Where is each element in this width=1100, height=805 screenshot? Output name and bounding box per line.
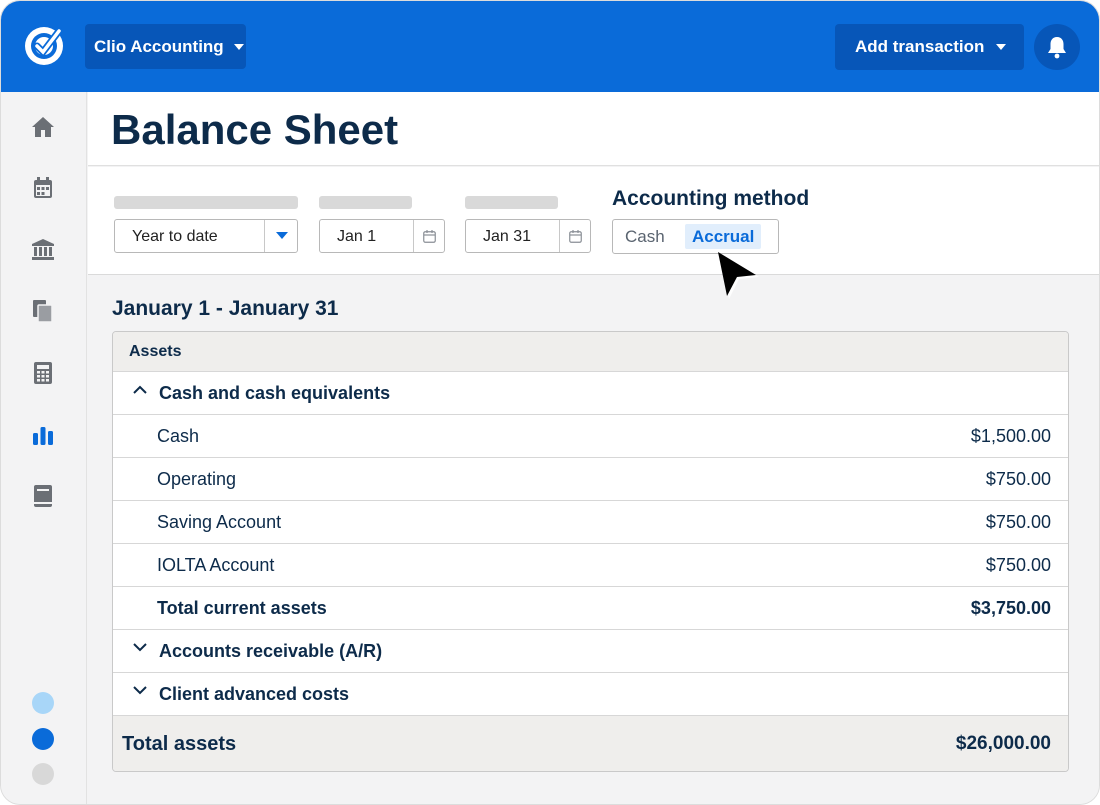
group-label: Accounts receivable (A/R) <box>159 641 383 661</box>
reports-icon[interactable] <box>31 423 55 447</box>
grand-total-amount: $26,000.00 <box>955 733 1051 754</box>
page-title: Balance Sheet <box>111 106 399 153</box>
section-header-label: Assets <box>129 343 182 360</box>
chevron-down-icon <box>996 44 1007 50</box>
account-name: Operating <box>157 469 237 489</box>
start-date-value: Jan 1 <box>337 228 377 245</box>
account-name: IOLTA Account <box>157 555 275 575</box>
main-content: Balance Sheet Year to date Jan 1 Jan 31 <box>88 92 1099 804</box>
calculator-icon[interactable] <box>31 361 55 385</box>
group-label: Cash and cash equivalents <box>159 383 391 403</box>
end-label-placeholder <box>465 196 558 209</box>
table-row[interactable]: Saving Account $750.00 <box>113 501 1068 544</box>
range-label-placeholder <box>114 196 298 209</box>
notifications-button[interactable] <box>1034 24 1080 70</box>
group-row-cash-equivalents[interactable]: Cash and cash equivalents <box>113 372 1068 415</box>
firm-switcher-label: Clio Accounting <box>94 36 224 56</box>
slide-indicator-dot[interactable] <box>32 692 54 714</box>
grand-total-row: Total assets $26,000.00 <box>113 716 1068 771</box>
chevron-down-icon[interactable] <box>133 643 147 652</box>
dropdown-arrow-icon[interactable] <box>265 220 298 252</box>
account-amount: $1,500.00 <box>970 426 1051 446</box>
grand-total-label: Total assets <box>122 733 237 755</box>
documents-icon[interactable] <box>31 299 55 323</box>
method-option-accrual[interactable]: Accrual <box>685 224 762 249</box>
title-bar: Balance Sheet <box>88 92 1099 166</box>
add-transaction-label: Add transaction <box>855 37 985 56</box>
home-icon[interactable] <box>31 115 55 139</box>
calendar-picker-icon[interactable] <box>560 220 591 252</box>
chevron-up-icon[interactable] <box>133 385 147 394</box>
date-range-select[interactable]: Year to date <box>114 219 298 253</box>
sidebar <box>1 92 87 804</box>
table-row[interactable]: IOLTA Account $750.00 <box>113 544 1068 587</box>
subtotal-amount: $3,750.00 <box>970 598 1051 618</box>
group-label: Client advanced costs <box>159 684 350 704</box>
group-row-client-advanced-costs[interactable]: Client advanced costs <box>113 673 1068 716</box>
end-date-input[interactable]: Jan 31 <box>465 219 591 253</box>
calendar-picker-icon[interactable] <box>414 220 445 252</box>
app-window: Clio Accounting Add transaction Balance … <box>0 0 1100 805</box>
slide-indicator-dot[interactable] <box>32 763 54 785</box>
slide-indicator-dot-active[interactable] <box>32 728 54 750</box>
mouse-pointer-icon <box>718 252 759 299</box>
account-name: Saving Account <box>157 512 282 532</box>
bell-icon <box>1048 37 1066 59</box>
subtotal-label: Total current assets <box>157 598 327 618</box>
clio-logo-icon[interactable] <box>23 25 65 67</box>
report-period: January 1 - January 31 <box>112 297 339 320</box>
section-header-row: Assets <box>113 332 1068 372</box>
accounting-method-label: Accounting method <box>612 187 810 210</box>
book-icon[interactable] <box>31 484 55 508</box>
bank-icon[interactable] <box>31 238 55 262</box>
group-row-accounts-receivable[interactable]: Accounts receivable (A/R) <box>113 630 1068 673</box>
method-option-cash[interactable]: Cash <box>625 227 665 247</box>
account-amount: $750.00 <box>985 555 1051 575</box>
balance-sheet-table: Assets Cash and cash equivalents Cash $1… <box>112 331 1069 772</box>
start-label-placeholder <box>319 196 412 209</box>
account-name: Cash <box>157 426 200 446</box>
table-row[interactable]: Cash $1,500.00 <box>113 415 1068 458</box>
chevron-down-icon <box>233 43 244 50</box>
top-bar: Clio Accounting Add transaction <box>1 1 1099 92</box>
account-amount: $750.00 <box>985 512 1051 532</box>
date-range-value: Year to date <box>132 228 218 245</box>
end-date-value: Jan 31 <box>483 228 532 245</box>
start-date-input[interactable]: Jan 1 <box>319 219 445 253</box>
table-row[interactable]: Operating $750.00 <box>113 458 1068 501</box>
calendar-icon[interactable] <box>31 176 55 200</box>
account-amount: $750.00 <box>985 469 1051 489</box>
chevron-down-icon[interactable] <box>133 686 147 695</box>
add-transaction-button[interactable]: Add transaction <box>835 24 1024 70</box>
subtotal-row: Total current assets $3,750.00 <box>113 587 1068 630</box>
firm-switcher-button[interactable]: Clio Accounting <box>85 24 246 69</box>
